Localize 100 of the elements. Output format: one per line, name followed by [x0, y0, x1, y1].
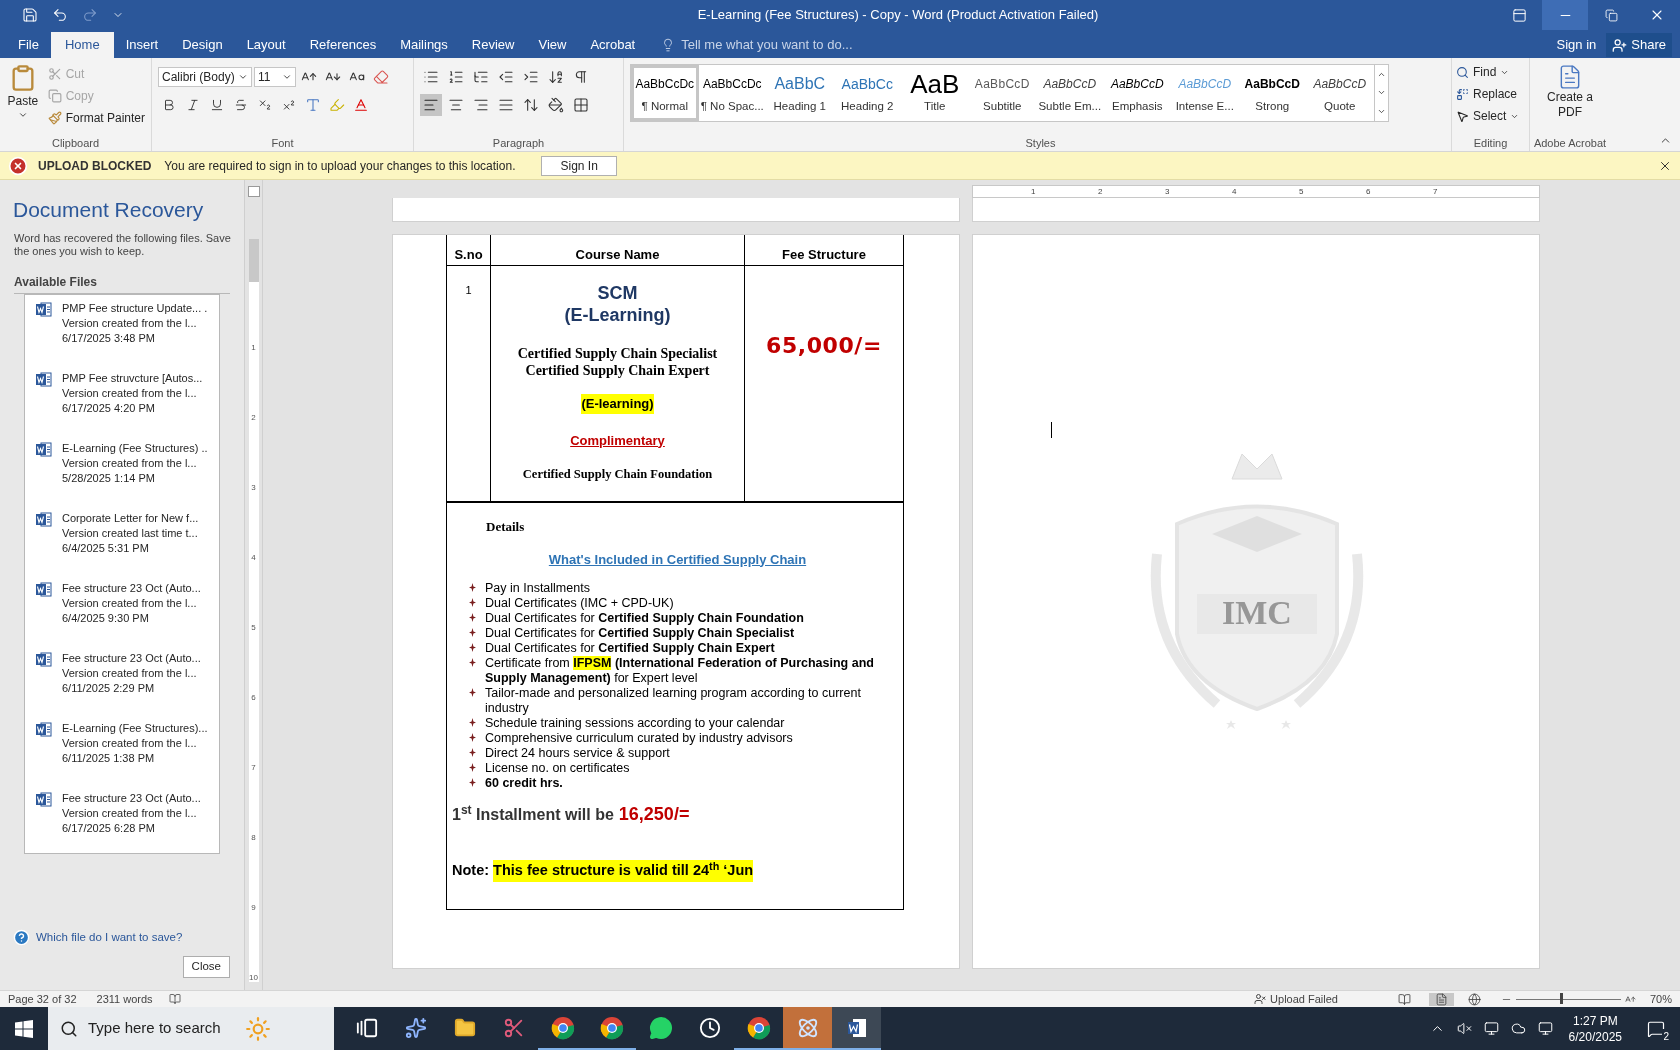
select-button[interactable]: Select: [1456, 106, 1525, 126]
bullet-icon: [469, 748, 476, 757]
subscript-icon[interactable]: [258, 98, 272, 112]
sort-icon[interactable]: [548, 69, 564, 85]
replace-button[interactable]: Replace: [1456, 84, 1525, 104]
display-icon[interactable]: [1537, 1021, 1553, 1036]
style-item[interactable]: AaBbCcD Intense E...: [1171, 65, 1239, 121]
word-count[interactable]: 2311 words: [96, 990, 153, 1008]
bullet-text: Dual Certificates for Certified Supply Chain Foundation: [485, 611, 804, 626]
paste-button[interactable]: Paste: [6, 64, 40, 135]
style-item[interactable]: AaBbCcD Strong: [1238, 65, 1306, 121]
find-button[interactable]: Find: [1456, 62, 1525, 82]
multilevel-list-icon[interactable]: [473, 69, 489, 85]
style-item[interactable]: AaBbCcDc ¶ No Spac...: [698, 65, 766, 121]
style-item[interactable]: AaBbCc Heading 2: [833, 65, 901, 121]
shading-icon[interactable]: [548, 97, 564, 113]
cloud-icon[interactable]: [1510, 1021, 1526, 1036]
ribbon-display-icon[interactable]: [1511, 7, 1527, 23]
included-link[interactable]: What's Included in Certified Supply Chain: [548, 549, 807, 569]
underline-icon[interactable]: [210, 98, 224, 112]
style-item[interactable]: AaBbCcD Quote: [1306, 65, 1374, 121]
windows-logo-icon[interactable]: [15, 1019, 33, 1038]
numbering-icon[interactable]: [448, 69, 464, 85]
borders-icon[interactable]: [573, 97, 589, 113]
bold-icon[interactable]: [162, 98, 176, 112]
notifications-icon[interactable]: [1647, 1019, 1665, 1038]
sign-in-link[interactable]: Sign in: [1546, 35, 1607, 55]
ribbon-tab[interactable]: Mailings: [388, 32, 460, 58]
decrease-indent-icon[interactable]: [498, 69, 514, 85]
line-spacing-icon[interactable]: [523, 97, 539, 113]
recovered-file-item[interactable]: PMP Fee struvcture [Autos... Version created from the l... 6/17/2025 4:20 PM: [25, 368, 219, 439]
create-pdf-button[interactable]: Create a PDF: [1530, 64, 1610, 135]
style-item[interactable]: AaBbCcD Subtitle: [968, 65, 1036, 121]
italic-icon[interactable]: [186, 98, 200, 112]
align-left-icon[interactable]: [423, 97, 439, 113]
recovered-file-item[interactable]: Fee structure 23 Oct (Auto... Version created from the l... 6/17/2025 6:28 PM: [25, 788, 219, 859]
superscript-icon[interactable]: [282, 98, 296, 112]
upload-status[interactable]: Upload Failed: [1270, 990, 1338, 1008]
recovered-file-item[interactable]: PMP Fee structure Update... . Version created from the l... 6/17/2025 3:48 PM: [25, 298, 219, 369]
undo-icon[interactable]: [52, 7, 68, 23]
format-painter-button[interactable]: Format Painter: [47, 108, 145, 128]
font-size-dropdown[interactable]: 11: [254, 67, 296, 87]
ribbon-tab[interactable]: View: [526, 32, 579, 58]
clock-time[interactable]: 1:27 PM: [1572, 1012, 1618, 1029]
recovered-file-item[interactable]: E-Learning (Fee Structures) .. Version created from the l... 5/28/2025 1:14 PM: [25, 438, 219, 509]
ruler-number: 6: [1366, 187, 1372, 196]
font-color-icon[interactable]: [353, 97, 369, 113]
recovered-file-item[interactable]: Fee structure 23 Oct (Auto... Version created from the l... 6/4/2025 9:30 PM: [25, 578, 219, 649]
clock-date[interactable]: 6/20/2025: [1568, 1028, 1622, 1045]
web-layout-icon[interactable]: [1467, 992, 1481, 1006]
text-effects-icon[interactable]: [305, 97, 321, 113]
save-icon[interactable]: [22, 7, 38, 23]
pilcrow-icon[interactable]: [573, 69, 589, 85]
help-link[interactable]: Which file do I want to save?: [36, 928, 183, 946]
tab-selector[interactable]: [247, 186, 260, 198]
style-item[interactable]: AaBbCcD Subtle Em...: [1036, 65, 1104, 121]
zoom-slider[interactable]: [1515, 993, 1621, 1005]
zoom-level[interactable]: 70%: [1649, 990, 1672, 1008]
sign-in-button[interactable]: Sign In: [541, 155, 617, 176]
close-button[interactable]: Close: [182, 956, 230, 978]
taskbar-search-field[interactable]: Type here to search: [48, 1007, 334, 1050]
ribbon-tab[interactable]: References: [297, 32, 389, 58]
justify-icon[interactable]: [498, 97, 514, 113]
device-icon[interactable]: [1483, 1021, 1499, 1036]
style-item[interactable]: AaBbC Heading 1: [766, 65, 834, 121]
zoom-slider-thumb[interactable]: [1560, 993, 1564, 1004]
share-button[interactable]: Share: [1606, 33, 1672, 57]
clear-formatting-icon[interactable]: [373, 69, 389, 85]
ribbon-tab[interactable]: File: [6, 32, 51, 58]
file-name: E-Learning (Fee Structures)...: [62, 720, 208, 736]
page-count[interactable]: Page 32 of 32: [8, 990, 77, 1008]
recovered-file-item[interactable]: Corporate Letter for New f... Version created last time t... 6/4/2025 5:31 PM: [25, 508, 219, 579]
style-item[interactable]: AaB Title: [901, 65, 969, 121]
ribbon-tab[interactable]: Insert: [113, 32, 171, 58]
zoom-in-icon[interactable]: [1624, 993, 1636, 1005]
strikethrough-icon[interactable]: [234, 98, 248, 112]
pointer-icon: [1456, 109, 1469, 123]
certification-name: Certified Supply Chain Specialist: [517, 345, 718, 362]
ribbon-tab[interactable]: Review: [459, 32, 527, 58]
style-item[interactable]: AaBbCcD Emphasis: [1103, 65, 1171, 121]
bullets-icon[interactable]: [423, 69, 439, 85]
align-right-icon[interactable]: [473, 97, 489, 113]
recovered-file-item[interactable]: Fee structure 23 Oct (Auto... Version created from the l... 6/11/2025 2:29 PM: [25, 648, 219, 719]
bullet-icon: [469, 628, 476, 637]
ribbon-tab[interactable]: Home: [50, 32, 114, 58]
read-mode-icon[interactable]: [1397, 992, 1411, 1006]
increase-indent-icon[interactable]: [523, 69, 539, 85]
tell-me-field[interactable]: Tell me what you want to do...: [681, 35, 853, 55]
print-layout-icon[interactable]: [1434, 992, 1448, 1006]
style-item[interactable]: AaBbCcDc ¶ Normal: [631, 65, 699, 121]
restore-icon[interactable]: [1604, 8, 1618, 22]
proofing-icon[interactable]: [168, 993, 181, 1005]
align-center-icon[interactable]: [448, 97, 464, 113]
ribbon-tab[interactable]: Design: [170, 32, 235, 58]
recovered-file-item[interactable]: E-Learning (Fee Structures)... Version created from the l... 6/11/2025 1:38 PM: [25, 718, 219, 789]
ribbon-tab[interactable]: Layout: [234, 32, 298, 58]
font-name-dropdown[interactable]: Calibri (Body): [158, 67, 252, 87]
speaker-muted-icon[interactable]: [1456, 1021, 1472, 1036]
ruler-number: 2: [1098, 187, 1104, 196]
ribbon-tab[interactable]: Acrobat: [578, 32, 648, 58]
